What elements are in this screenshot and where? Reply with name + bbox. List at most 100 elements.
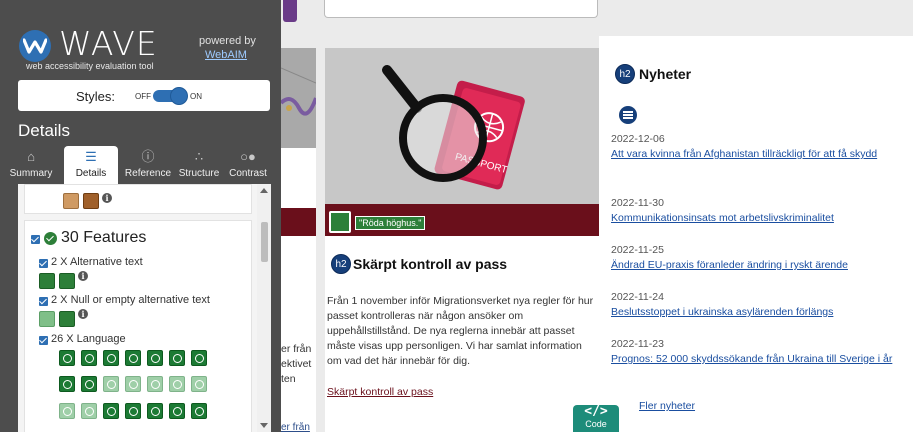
globe-icon <box>63 407 72 416</box>
features-group: 30 Features 2 X Alternative text i 2 X N… <box>24 220 252 432</box>
structure-icon: ∴ <box>194 149 204 164</box>
list-line <box>623 114 633 116</box>
details-title: Details <box>18 121 70 140</box>
left-card-image <box>279 48 318 148</box>
left-card-link[interactable]: er från <box>281 422 315 432</box>
news-link[interactable]: Kommunikationsinsats mot arbetslivskrimi… <box>611 211 896 226</box>
globe-icon <box>151 380 160 389</box>
left-card-line: er från <box>281 343 312 355</box>
card-link[interactable]: Skärpt kontroll av pass <box>327 386 433 398</box>
wave-tagline: web accessibility evaluation tool <box>26 61 154 71</box>
news-link[interactable]: Att vara kvinna från Afghanistan tillräc… <box>611 147 896 162</box>
info-icon[interactable]: i <box>78 271 88 281</box>
alt-text-icon[interactable] <box>39 273 55 289</box>
list-icon[interactable] <box>619 106 637 124</box>
powered-by-text: powered by <box>199 35 256 47</box>
left-card-band <box>281 208 316 236</box>
language-icon[interactable] <box>191 376 207 392</box>
globe-icon <box>63 354 72 363</box>
globe-icon <box>129 354 138 363</box>
styles-off-label: OFF <box>135 92 151 101</box>
tab-summary-label: Summary <box>9 168 53 179</box>
news-card: PASSPORT "Röda höghus." h2 Skärpt kontro… <box>325 48 600 432</box>
language-icon[interactable] <box>125 350 141 366</box>
tab-structure[interactable]: ∴ Structure <box>174 146 224 184</box>
null-alt-icon[interactable] <box>39 311 55 327</box>
alert-warning-icon[interactable] <box>83 193 99 209</box>
news-date: 2022-11-30 <box>611 197 664 209</box>
globe-icon <box>85 380 94 389</box>
language-icon[interactable] <box>59 403 75 419</box>
news-section: h2 Nyheter 2022-12-06 Att vara kvinna fr… <box>599 36 913 432</box>
language-icon[interactable] <box>147 376 163 392</box>
code-button[interactable]: </> Code <box>573 405 619 432</box>
language-icon[interactable] <box>81 350 97 366</box>
styles-toggle-knob <box>170 87 188 105</box>
news-date: 2022-11-25 <box>611 244 664 256</box>
features-checkbox[interactable] <box>31 235 40 244</box>
language-icon[interactable] <box>103 350 119 366</box>
language-icon[interactable] <box>147 403 163 419</box>
scroll-thumb[interactable] <box>261 222 268 262</box>
code-button-label: Code <box>585 419 607 429</box>
list-line <box>623 111 633 113</box>
news-link[interactable]: Prognos: 52 000 skyddssökande från Ukrai… <box>611 352 896 367</box>
language-icon[interactable] <box>191 403 207 419</box>
language-icon[interactable] <box>147 350 163 366</box>
language-icon[interactable] <box>125 403 141 419</box>
language-icon[interactable] <box>103 403 119 419</box>
news-link[interactable]: Beslutsstoppet i ukrainska asylärenden f… <box>611 305 896 320</box>
h2-badge-icon[interactable]: h2 <box>331 254 351 274</box>
null-alt-checkbox[interactable] <box>39 297 48 306</box>
tab-reference[interactable]: ⓘ Reference <box>120 146 176 184</box>
tab-summary[interactable]: ⌂ Summary <box>6 146 56 184</box>
globe-icon <box>85 407 94 416</box>
info-icon[interactable]: i <box>78 309 88 319</box>
alert-image-icon[interactable] <box>63 193 79 209</box>
null-alt-icon[interactable] <box>59 311 75 327</box>
globe-icon <box>129 407 138 416</box>
globe-icon <box>151 354 160 363</box>
globe-icon <box>151 407 160 416</box>
tab-contrast[interactable]: ○● Contrast <box>225 146 271 184</box>
scroll-up-arrow-icon[interactable] <box>260 188 268 193</box>
language-icon[interactable] <box>59 350 75 366</box>
search-input[interactable] <box>324 0 598 18</box>
details-scrollbar[interactable] <box>257 184 271 432</box>
info-icon[interactable]: i <box>102 193 112 203</box>
language-icon[interactable] <box>81 403 97 419</box>
language-icon[interactable] <box>169 376 185 392</box>
h2-badge-icon[interactable]: h2 <box>615 64 635 84</box>
top-purple-tab <box>283 0 297 22</box>
webaim-link[interactable]: WebAIM <box>205 48 269 62</box>
language-icon[interactable] <box>59 376 75 392</box>
powered-by: powered by WebAIM <box>199 34 269 62</box>
null-alt-label: 2 X Null or empty alternative text <box>51 294 210 306</box>
globe-icon <box>173 354 182 363</box>
news-title: Nyheter <box>639 66 692 82</box>
language-checkbox[interactable] <box>39 336 48 345</box>
more-news-link[interactable]: Fler nyheter <box>639 400 695 412</box>
language-icon[interactable] <box>191 350 207 366</box>
alt-text-icon[interactable] <box>329 211 351 233</box>
language-icon[interactable] <box>81 376 97 392</box>
tab-details[interactable]: ☰ Details <box>64 146 118 184</box>
list-line <box>623 117 633 119</box>
styles-toggle-bar: Styles: OFF ON <box>18 80 270 111</box>
language-icon[interactable] <box>169 403 185 419</box>
alt-text-checkbox[interactable] <box>39 259 48 268</box>
styles-toggle-switch[interactable] <box>153 87 188 105</box>
scroll-down-arrow-icon[interactable] <box>260 423 268 428</box>
alt-text-icon[interactable] <box>59 273 75 289</box>
alt-text-label: 2 X Alternative text <box>51 256 143 268</box>
language-label: 26 X Language <box>51 333 126 345</box>
news-link[interactable]: Ändrad EU-praxis föranleder ändring i ry… <box>611 258 896 273</box>
language-icon[interactable] <box>169 350 185 366</box>
wave-panel: WAVE web accessibility evaluation tool p… <box>0 0 281 432</box>
alerts-group: i <box>24 184 252 214</box>
globe-icon <box>173 380 182 389</box>
card-body: Från 1 november inför Migrationsverket n… <box>327 295 594 367</box>
news-item: 2022-11-24 Beslutsstoppet i ukrainska as… <box>611 290 896 320</box>
language-icon[interactable] <box>125 376 141 392</box>
language-icon[interactable] <box>103 376 119 392</box>
